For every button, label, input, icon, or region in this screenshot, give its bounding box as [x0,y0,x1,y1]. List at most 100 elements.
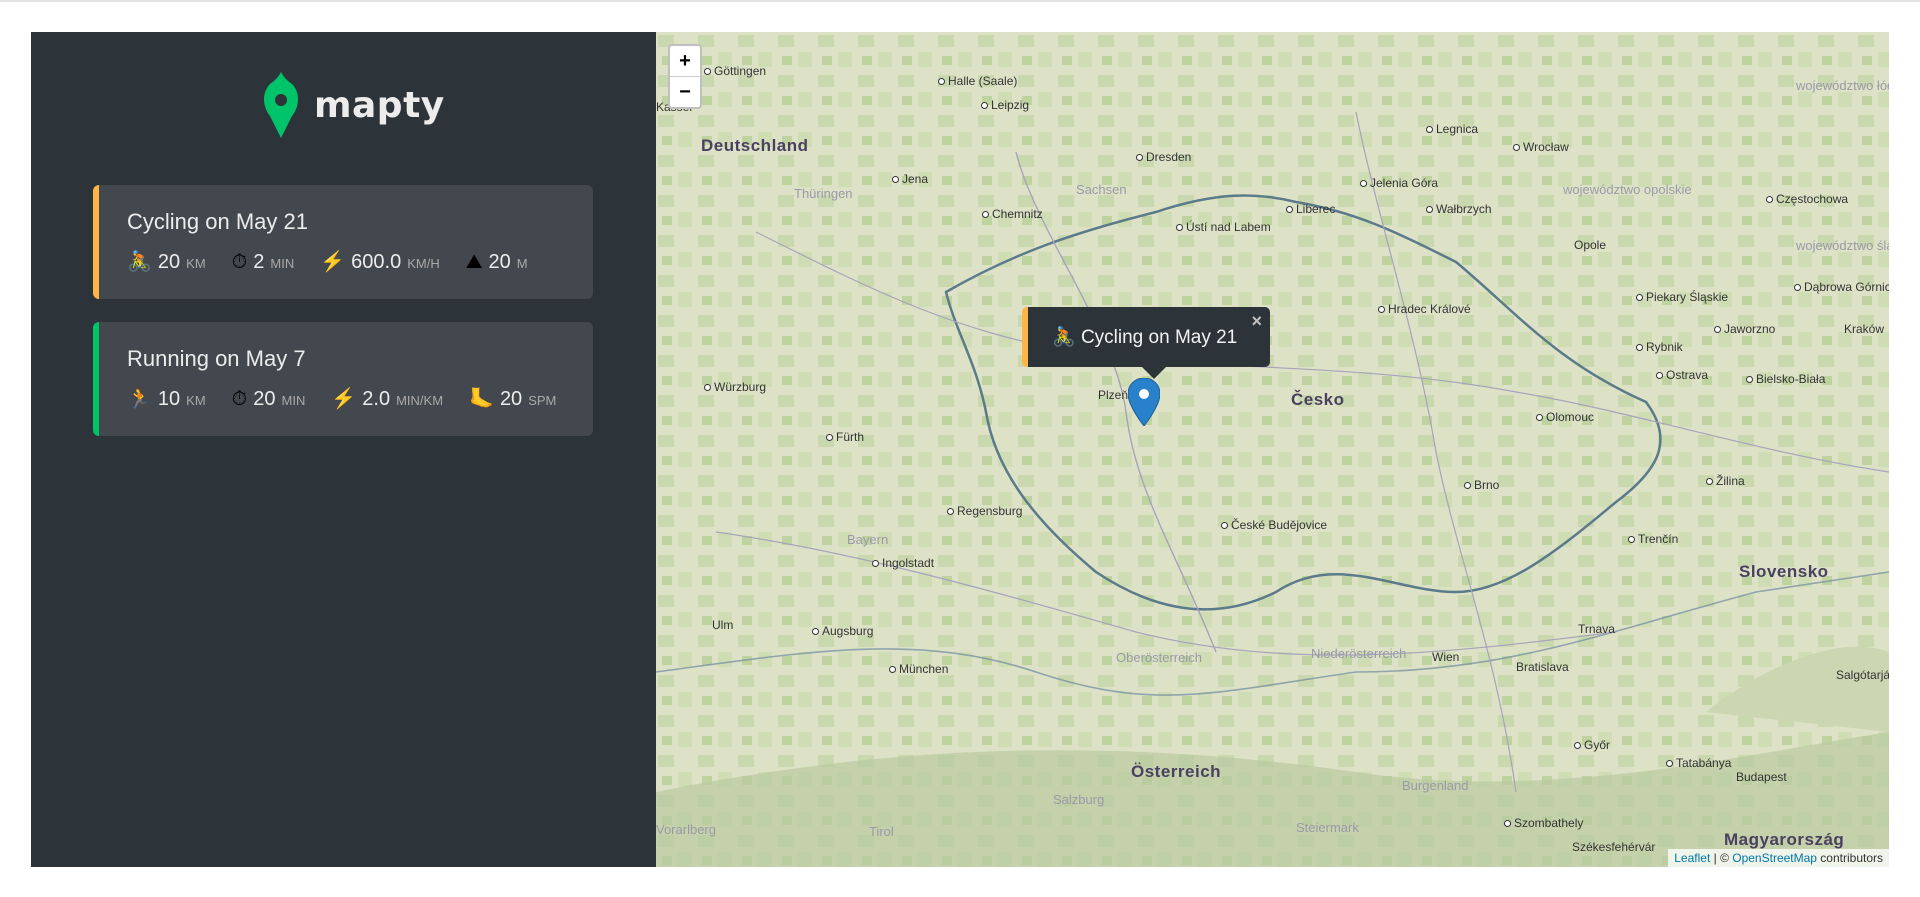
zoom-out-button[interactable]: − [670,77,700,107]
map-label-region: Oberösterreich [1116,650,1202,665]
map-label-city: Wrocław [1513,140,1569,154]
stat-unit: KM/H [407,256,440,271]
cyclist-icon: 🚴 [127,251,152,273]
map-label-city: Ústí nad Labem [1176,220,1271,234]
map-popup: 🚴 Cycling on May 21 × [1022,307,1270,379]
stat-value: 20 [488,251,511,273]
map-label-city: Salgótarján [1836,668,1889,682]
stat-cadence: 🦶 20 SPM [469,388,556,411]
stat-value: 20 [157,251,181,273]
map-label-city: Göttingen [704,64,766,78]
map-label-city: Ingolstadt [872,556,934,570]
map-label-region: Thüringen [794,186,853,201]
map-label-city: Dąbrowa Górnicza [1794,280,1889,294]
map-label-city: Piekary Śląskie [1636,290,1728,304]
workout-title: Running on May 7 [127,346,306,371]
stopwatch-icon: ⏱ [231,388,248,410]
map-label-city: Bielsko-Biała [1746,372,1825,386]
stat-distance: 🏃 10 KM [127,388,206,411]
map-label-city: Kraków [1844,322,1885,336]
map-label-city: Augsburg [812,624,873,638]
map-label-city: Rybnik [1636,340,1683,354]
openstreetmap-link[interactable]: OpenStreetMap [1732,851,1817,865]
sidebar: mapty Cycling on May 21 🚴 20 KM ⏱ 2 MIN … [31,32,656,867]
map-label-country: Česko [1291,390,1345,409]
workout-stats: 🚴 20 KM ⏱ 2 MIN ⚡ 600.0 KM/H ⛰ 20 M [127,251,554,274]
map-label-city: Szombathely [1504,816,1583,830]
stat-value: 600.0 [351,251,402,273]
map-marker-icon[interactable] [1128,378,1160,426]
stat-unit: M [516,256,528,271]
map-label-city: Halle (Saale) [938,74,1017,88]
map-label-city: Žilina [1706,474,1745,488]
workout-title: Cycling on May 21 [127,209,308,234]
stat-value: 20 [253,388,276,410]
map-label-city: Olomouc [1536,410,1594,424]
stat-value: 2 [253,251,265,273]
map-label-city: Opole [1574,238,1607,252]
map-label-city: Győr [1574,738,1610,752]
workout-stats: 🏃 10 KM ⏱ 20 MIN ⚡ 2.0 MIN/KM 🦶 20 SPM [127,388,582,411]
map-label-city: Trenčín [1628,532,1678,546]
map-label-city: Székesfehérvár [1572,840,1656,854]
logo: mapty [262,70,445,140]
map-label-city: Fürth [826,430,864,444]
stat-unit: MIN/KM [396,393,444,408]
top-divider [0,0,1920,2]
stat-duration: ⏱ 20 MIN [232,388,306,411]
stat-unit: MIN [270,256,295,271]
map-attribution: Leaflet | © OpenStreetMap contributors [1668,849,1889,867]
map-pin-logo-icon [264,72,298,138]
map-label-city: Chemnitz [982,207,1043,221]
map-label-city: Częstochowa [1766,192,1848,206]
map-label-city: Jaworzno [1714,322,1775,336]
runner-icon: 🏃 [127,388,152,410]
map-label-city: Plzeň [1098,388,1129,402]
zoom-in-button[interactable]: + [670,46,700,77]
map-label-city: Budapest [1736,770,1787,784]
stat-duration: ⏱ 2 MIN [232,251,295,274]
close-icon[interactable]: × [1251,311,1262,332]
stat-pace: ⚡ 2.0 MIN/KM [331,388,443,411]
map-label-city: Bratislava [1516,660,1569,674]
map-label-country: Magyarország [1724,830,1845,849]
zoom-control: + − [668,44,702,109]
map-label-region: Bayern [847,532,889,547]
lightning-icon: ⚡ [320,251,346,273]
stat-speed: ⚡ 600.0 KM/H [320,251,439,274]
map-label-city: Leipzig [981,98,1029,112]
stat-value: 10 [157,388,181,410]
stat-value: 20 [499,388,523,410]
popup-content: 🚴 Cycling on May 21 [1052,325,1237,349]
map-label-city: Ulm [712,618,734,632]
map-label-city: Brno [1464,478,1499,492]
footprint-icon: 🦶 [469,388,494,410]
map-label-city: Liberec [1286,202,1335,216]
map-label-region: Niederösterreich [1311,646,1407,661]
map-label-region: Sachsen [1076,182,1127,197]
popup-title: Cycling on May 21 [1080,327,1238,348]
map-label-region: Vorarlberg [656,822,716,837]
stat-unit: MIN [281,393,306,408]
map-label-city: München [889,662,948,676]
stat-distance: 🚴 20 KM [127,251,206,274]
map-label-city: Wałbrzych [1426,202,1492,216]
map-label-city: Würzburg [704,380,766,394]
workout-card-cycling[interactable]: Cycling on May 21 🚴 20 KM ⏱ 2 MIN ⚡ 600.… [93,185,593,299]
map-label-region: województwo opolskie [1563,182,1692,197]
stat-unit: KM [186,393,206,408]
map-label-city: Tatabánya [1666,756,1731,770]
map[interactable]: Deutschland Česko Österreich Slovensko M… [656,32,1889,867]
stat-unit: KM [186,256,206,271]
lightning-icon: ⚡ [331,388,357,410]
leaflet-link[interactable]: Leaflet [1674,851,1710,865]
stat-unit: SPM [528,393,557,408]
map-label-region: województwo śląskie [1796,238,1889,253]
map-label-region: województwo łódzkie [1796,78,1889,93]
map-label-city: Wien [1432,650,1460,664]
map-label-region: Tirol [869,824,894,839]
workout-card-running[interactable]: Running on May 7 🏃 10 KM ⏱ 20 MIN ⚡ 2.0 … [93,322,593,436]
map-label-region: Salzburg [1053,792,1105,807]
map-label-city: Legnica [1426,122,1478,136]
mountain-icon: ⛰ [465,251,483,273]
